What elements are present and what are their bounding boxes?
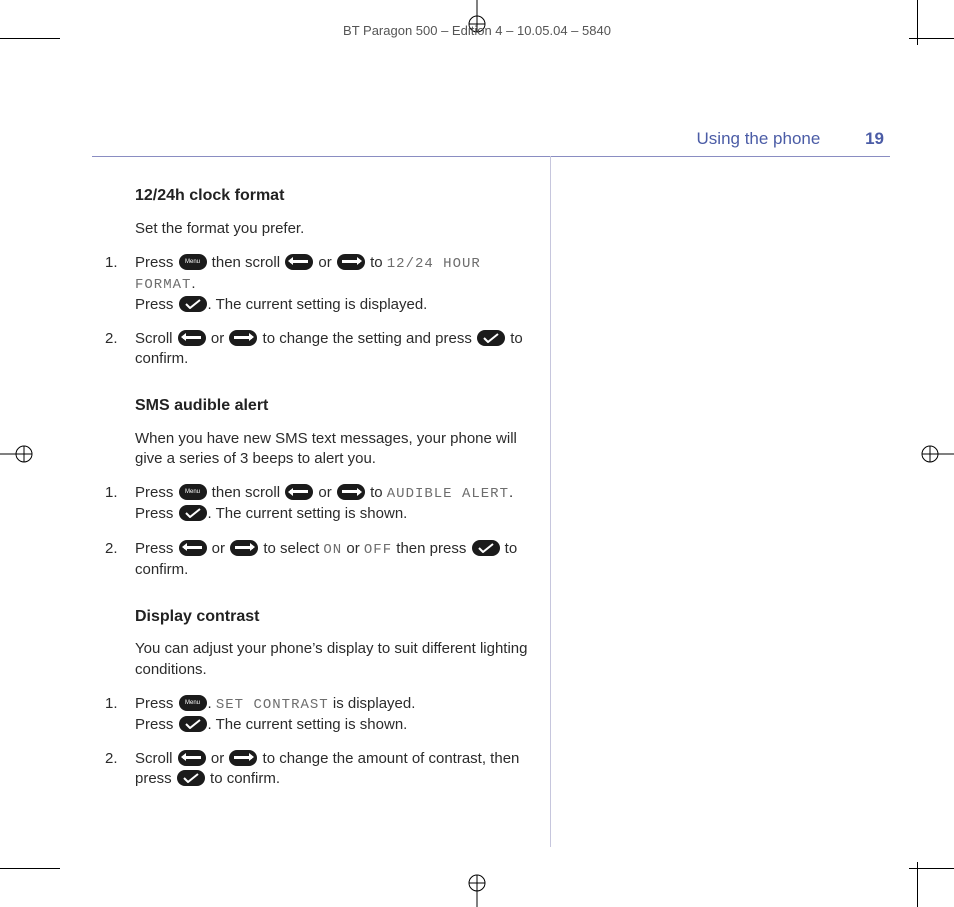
section-sms-alert: SMS audible alert When you have new SMS … (95, 395, 540, 579)
menu-key-icon (179, 254, 207, 270)
heading-display-contrast: Display contrast (135, 606, 540, 628)
right-key-icon (337, 254, 365, 270)
crop-mark-bottom (462, 873, 492, 907)
menu-key-icon (179, 695, 207, 711)
right-key-icon (337, 484, 365, 500)
lcd-text: AUDIBLE ALERT (387, 486, 509, 502)
step: Press or to select ON or OFF then press … (95, 539, 540, 580)
intro-display-contrast: You can adjust your phone’s display to s… (135, 639, 540, 680)
left-key-icon (178, 750, 206, 766)
left-key-icon (285, 484, 313, 500)
crop-line (917, 862, 918, 907)
content-column: 12/24h clock format Set the format you p… (95, 185, 540, 815)
right-key-icon (230, 540, 258, 556)
crop-line (909, 868, 954, 869)
confirm-key-icon (179, 505, 207, 521)
confirm-key-icon (179, 296, 207, 312)
step: Scroll or to change the setting and pres… (95, 329, 540, 370)
confirm-key-icon (177, 770, 205, 786)
section-rule (92, 156, 890, 157)
step: Scroll or to change the amount of contra… (95, 749, 540, 790)
crop-mark-left (0, 439, 34, 469)
right-key-icon (229, 330, 257, 346)
running-header: BT Paragon 500 – Edition 4 – 10.05.04 – … (0, 22, 954, 40)
step: Press then scroll or to AUDIBLE ALERT. P… (95, 483, 540, 524)
heading-sms-alert: SMS audible alert (135, 395, 540, 417)
confirm-key-icon (477, 330, 505, 346)
lcd-text: ON (323, 542, 342, 558)
page-number: 19 (865, 129, 884, 148)
section-display-contrast: Display contrast You can adjust your pho… (95, 606, 540, 790)
column-divider (550, 156, 551, 847)
crop-line (0, 868, 60, 869)
lcd-text: SET CONTRAST (216, 697, 329, 713)
intro-clock-format: Set the format you prefer. (135, 219, 540, 239)
lcd-text: OFF (364, 542, 392, 558)
menu-key-icon (179, 484, 207, 500)
confirm-key-icon (472, 540, 500, 556)
crop-mark-right (920, 439, 954, 469)
right-key-icon (229, 750, 257, 766)
step: Press then scroll or to 12/24 HOUR FORMA… (95, 253, 540, 315)
step: Press . SET CONTRAST is displayed. Press… (95, 694, 540, 735)
left-key-icon (178, 330, 206, 346)
left-key-icon (285, 254, 313, 270)
heading-clock-format: 12/24h clock format (135, 185, 540, 207)
manual-page: BT Paragon 500 – Edition 4 – 10.05.04 – … (0, 0, 954, 907)
left-key-icon (179, 540, 207, 556)
section-clock-format: 12/24h clock format Set the format you p… (95, 185, 540, 369)
intro-sms-alert: When you have new SMS text messages, you… (135, 429, 540, 470)
section-header: Using the phone 19 (697, 128, 884, 151)
section-title: Using the phone (697, 129, 821, 148)
confirm-key-icon (179, 716, 207, 732)
